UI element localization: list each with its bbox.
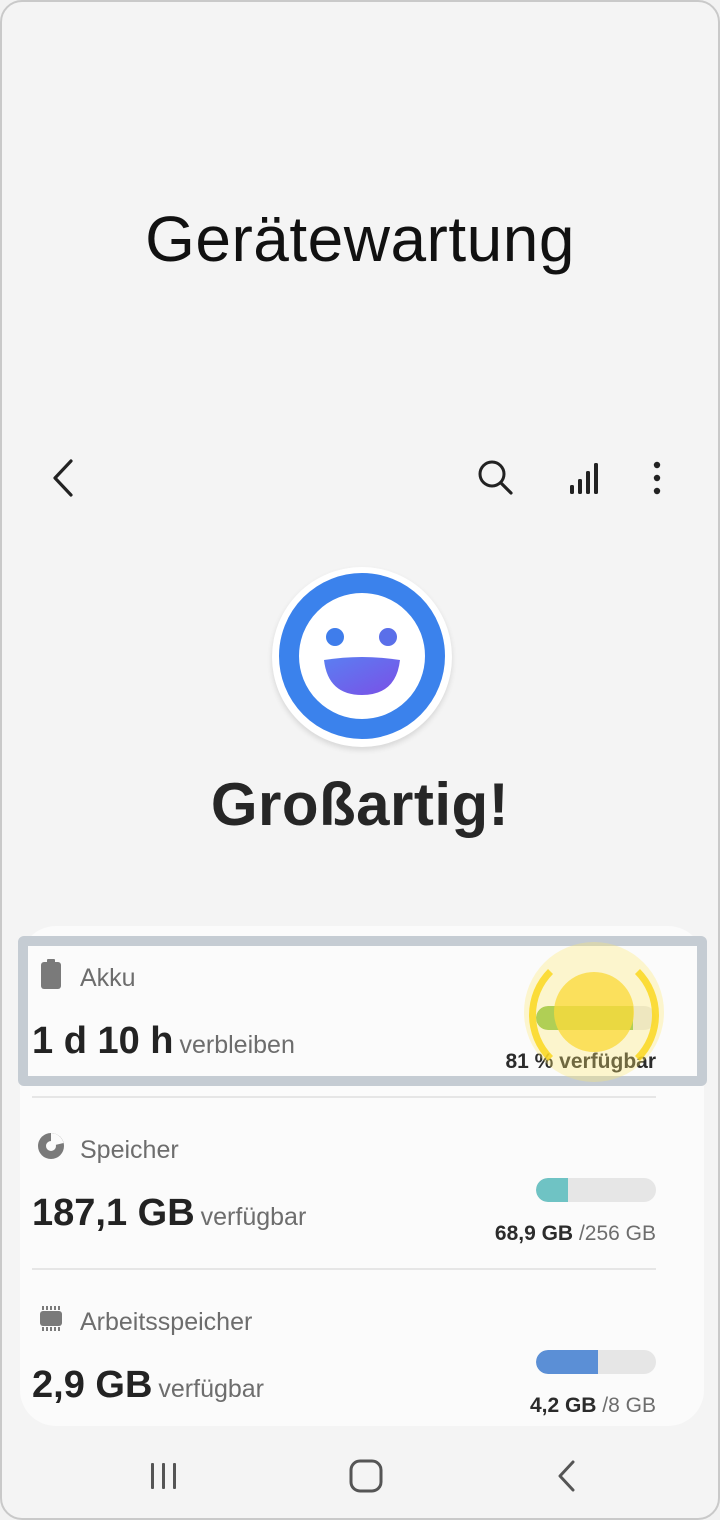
- smiley-face-icon: [272, 567, 452, 747]
- battery-icon: [36, 958, 66, 990]
- storage-row[interactable]: Speicher 187,1 GB verfügbar 68,9 GB /256 …: [32, 1110, 656, 1270]
- storage-available-suffix: verfügbar: [200, 1203, 307, 1231]
- storage-bar: [536, 1178, 656, 1202]
- memory-chip-icon: [36, 1302, 66, 1334]
- search-icon[interactable]: [468, 450, 524, 506]
- back-icon[interactable]: [535, 1446, 599, 1506]
- memory-available-suffix: verfügbar: [158, 1375, 265, 1403]
- toolbar: [2, 450, 718, 506]
- phone-screen: Gerätewartung Großartig! Akku 1 d 10 h v…: [0, 0, 720, 1520]
- storage-stat: 68,9 GB /256 GB: [495, 1222, 656, 1246]
- memory-used: 4,2 GB: [529, 1394, 597, 1417]
- battery-value: 1 d 10 h verbleiben: [32, 1020, 295, 1063]
- battery-remaining-suffix: verbleiben: [179, 1031, 295, 1059]
- status-text: Großartig!: [210, 771, 510, 838]
- memory-row[interactable]: Arbeitsspeicher 2,9 GB verfügbar 4,2 GB /…: [32, 1282, 656, 1442]
- signal-bars-icon[interactable]: [556, 450, 612, 506]
- memory-bar: [536, 1350, 656, 1374]
- storage-label: Speicher: [80, 1136, 179, 1164]
- memory-bar-fill: [536, 1350, 599, 1374]
- memory-value: 2,9 GB verfügbar: [32, 1364, 264, 1407]
- page-title: Gerätewartung: [145, 203, 575, 275]
- divider: [32, 1096, 656, 1098]
- storage-total: /256 GB: [573, 1222, 656, 1245]
- more-vertical-icon[interactable]: [629, 450, 685, 506]
- home-icon[interactable]: [334, 1446, 398, 1506]
- storage-available: 187,1 GB: [32, 1192, 195, 1234]
- chevron-left-icon[interactable]: [36, 450, 92, 506]
- memory-available: 2,9 GB: [32, 1364, 153, 1406]
- navigation-bar: [2, 1446, 718, 1506]
- recents-icon[interactable]: [132, 1446, 196, 1506]
- storage-pie-icon: [36, 1130, 66, 1162]
- battery-remaining: 1 d 10 h: [32, 1020, 174, 1062]
- memory-total: /8 GB: [596, 1394, 656, 1417]
- storage-bar-fill: [536, 1178, 569, 1202]
- battery-label: Akku: [80, 964, 136, 992]
- memory-label: Arbeitsspeicher: [80, 1308, 253, 1336]
- divider: [32, 1268, 656, 1270]
- storage-value: 187,1 GB verfügbar: [32, 1192, 306, 1235]
- memory-stat: 4,2 GB /8 GB: [530, 1394, 656, 1418]
- storage-used: 68,9 GB: [494, 1222, 574, 1245]
- tap-indicator-dot: [554, 972, 634, 1052]
